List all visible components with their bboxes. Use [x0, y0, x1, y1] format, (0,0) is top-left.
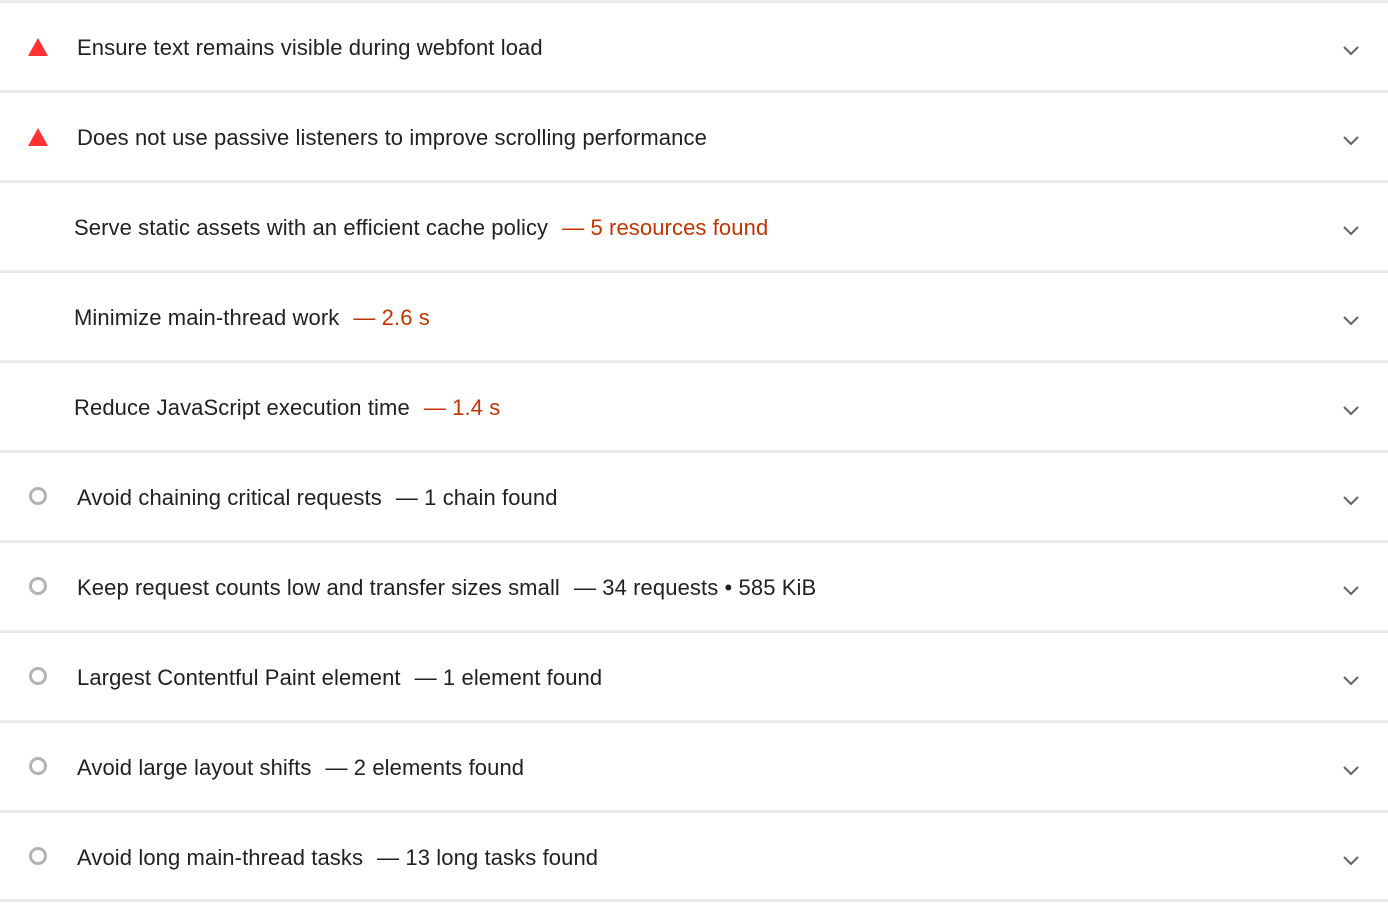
chevron-down-icon[interactable] — [1342, 225, 1360, 237]
audit-title: Does not use passive listeners to improv… — [77, 125, 707, 150]
audit-item-critical-chains[interactable]: Avoid chaining critical requests — 1 chai… — [0, 453, 1388, 543]
info-circle-icon — [28, 846, 50, 868]
audit-item-cache-policy[interactable]: Serve static assets with an efficient ca… — [0, 183, 1388, 273]
chevron-down-icon[interactable] — [1342, 855, 1360, 867]
audit-item-lcp-element[interactable]: Largest Contentful Paint element — 1 elem… — [0, 633, 1388, 723]
info-circle-icon — [28, 756, 50, 778]
audit-display-value: — 13 long tasks found — [377, 845, 599, 870]
audit-title-row: Does not use passive listeners to improv… — [77, 125, 707, 151]
chevron-down-icon[interactable] — [1342, 315, 1360, 327]
audit-title: Ensure text remains visible during webfo… — [77, 35, 543, 60]
audit-item-main-thread-work[interactable]: Minimize main-thread work — 2.6 s — [0, 273, 1388, 363]
warning-triangle-icon — [28, 36, 50, 58]
audit-title-row: Minimize main-thread work — 2.6 s — [74, 305, 430, 331]
audit-item-long-tasks[interactable]: Avoid long main-thread tasks — 13 long ta… — [0, 813, 1388, 902]
audit-title: Avoid large layout shifts — [77, 755, 312, 780]
audit-title: Largest Contentful Paint element — [77, 665, 401, 690]
audit-title-row: Avoid large layout shifts — 2 elements fo… — [77, 755, 524, 781]
audit-list: Ensure text remains visible during webfo… — [0, 0, 1388, 903]
chevron-down-icon[interactable] — [1342, 495, 1360, 507]
audit-title-row: Keep request counts low and transfer siz… — [77, 575, 816, 601]
audit-title-row: Reduce JavaScript execution time — 1.4 s — [74, 395, 500, 421]
audit-title: Keep request counts low and transfer siz… — [77, 575, 560, 600]
audit-title-row: Serve static assets with an efficient ca… — [74, 215, 768, 241]
chevron-down-icon[interactable] — [1342, 765, 1360, 777]
chevron-down-icon[interactable] — [1342, 45, 1360, 57]
audit-title: Reduce JavaScript execution time — [74, 395, 410, 420]
audit-title: Avoid chaining critical requests — [77, 485, 382, 510]
info-circle-icon — [28, 576, 50, 598]
audit-item-layout-shifts[interactable]: Avoid large layout shifts — 2 elements fo… — [0, 723, 1388, 813]
chevron-down-icon[interactable] — [1342, 135, 1360, 147]
audit-item-font-display[interactable]: Ensure text remains visible during webfo… — [0, 3, 1388, 93]
info-circle-icon — [28, 666, 50, 688]
audit-display-value: — 2.6 s — [353, 305, 430, 330]
chevron-down-icon[interactable] — [1342, 585, 1360, 597]
audit-display-value: — 1.4 s — [423, 395, 501, 420]
audit-title-row: Avoid long main-thread tasks — 13 long ta… — [77, 845, 598, 871]
audit-title-row: Largest Contentful Paint element — 1 elem… — [77, 665, 602, 691]
audit-item-resource-summary[interactable]: Keep request counts low and transfer siz… — [0, 543, 1388, 633]
audit-title-row: Avoid chaining critical requests — 1 chai… — [77, 485, 558, 511]
warning-triangle-icon — [28, 126, 50, 148]
audit-title: Serve static assets with an efficient ca… — [74, 215, 549, 240]
audit-title: Minimize main-thread work — [74, 305, 340, 330]
audit-item-js-execution[interactable]: Reduce JavaScript execution time — 1.4 s — [0, 363, 1388, 453]
audit-display-value: — 2 elements found — [325, 755, 525, 780]
chevron-down-icon[interactable] — [1342, 405, 1360, 417]
audit-display-value: — 34 requests • 585 KiB — [573, 575, 817, 600]
audit-item-passive-listeners[interactable]: Does not use passive listeners to improv… — [0, 93, 1388, 183]
audit-title-row: Ensure text remains visible during webfo… — [77, 35, 543, 61]
audit-title: Avoid long main-thread tasks — [77, 845, 364, 870]
chevron-down-icon[interactable] — [1342, 675, 1360, 687]
audit-display-value: — 1 element found — [414, 665, 603, 690]
info-circle-icon — [28, 486, 50, 508]
audit-display-value: — 1 chain found — [395, 485, 558, 510]
audit-display-value: — 5 resources found — [562, 215, 769, 240]
